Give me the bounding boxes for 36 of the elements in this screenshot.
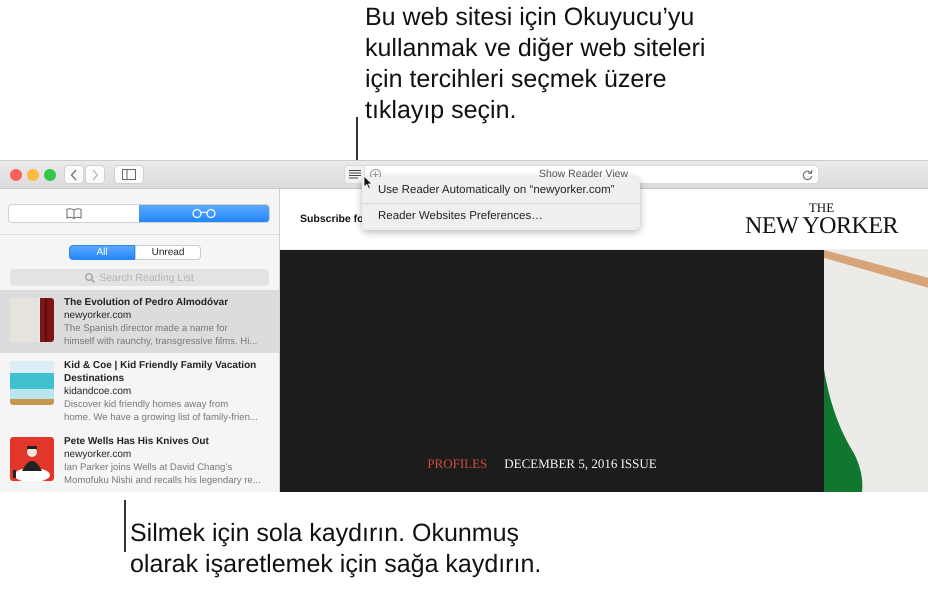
chevron-right-icon: [91, 168, 99, 180]
book-icon: [66, 208, 82, 219]
reader-button[interactable]: [345, 166, 365, 183]
article-description: Discover kid friendly homes away from home. We have a growing list of family-frien...: [64, 398, 258, 424]
window-controls-icon[interactable]: [10, 168, 56, 180]
article-site: newyorker.com: [64, 448, 132, 461]
reading-list-item[interactable]: Kid & Coe | Kid Friendly Family Vacation Destinations kidandcoe.com Discover kid friendly homes away from home. We have a growing list of family-frien...: [0, 353, 279, 429]
search-icon: [85, 272, 96, 282]
back-button[interactable]: [64, 165, 84, 184]
article-title: Pete Wells Has His Knives Out: [64, 435, 210, 448]
reading-list-item[interactable]: Pete Wells Has His Knives Out newyorker.com Ian Parker joins Wells at David Chang’s Momofuku Nishi and recalls his legendary re...: [0, 429, 279, 492]
issue-date: DECEMBER 5, 2016 ISSUE: [504, 456, 657, 472]
logo: THE NEW YORKER: [745, 200, 898, 238]
callout-text: Silmek için sola kaydırın. Okunmuş olarak işaretlemek için sağa kaydırın.: [130, 518, 542, 580]
reading-list-item[interactable]: The Evolution of Pedro Almodóvar newyorker.com The Spanish director made a name for himself with raunchy, transgressive films. Hi...: [0, 290, 279, 353]
reading-list-tab[interactable]: [139, 205, 269, 222]
callout-text: Bu web sitesi için Okuyucu’yu kullanmak ve diğer web siteleri için tercihleri seçmek üzere tıklayıp seçin.: [365, 2, 706, 126]
reload-icon[interactable]: [802, 169, 813, 181]
section-label: PROFILES: [427, 456, 488, 472]
pointer-icon: [363, 175, 373, 190]
address-text: Show Reader View: [539, 168, 628, 180]
leader-line: [356, 117, 358, 160]
article-description: The Spanish director made a name for himself with raunchy, transgressive films. Hi...: [64, 322, 258, 348]
glasses-icon: [192, 209, 216, 218]
filter-tab[interactable]: Unread: [135, 245, 201, 260]
menu-item[interactable]: Use Reader Automatically on “newyorker.com”: [362, 181, 640, 200]
sidebar-button[interactable]: [114, 165, 144, 184]
article-title: The Evolution of Pedro Almodóvar: [64, 296, 230, 309]
chevron-left-icon: [70, 168, 78, 180]
menu-item[interactable]: Reader Websites Preferences…: [362, 207, 640, 226]
leader-line: [124, 500, 126, 552]
sidebar-icon: [122, 169, 136, 180]
article-description: Ian Parker joins Wells at David Chang’s Momofuku Nishi and recalls his legendary re...: [64, 461, 261, 487]
article-site: kidandcoe.com: [64, 385, 132, 398]
article-site: newyorker.com: [64, 309, 132, 322]
lines-icon: [348, 170, 360, 179]
